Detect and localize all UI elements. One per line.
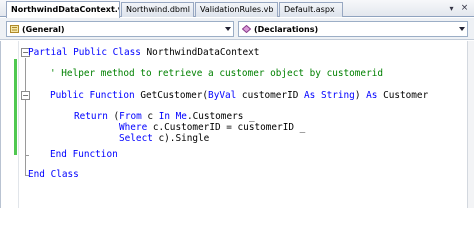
outline-line [25,156,26,176]
identifier: c [147,111,159,122]
identifier: NorthwindDataContext [146,47,260,58]
tab-northwind-data-context-vb[interactable]: NorthwindDataContext.vb [6,1,120,18]
method-name-value: (Declarations) [254,25,319,34]
code-editor[interactable]: − − Partial Public Class NorthwindDataCo… [0,41,474,208]
class-name-value: (General) [22,25,65,34]
chevron-down-icon[interactable] [459,27,465,31]
code-line-class-declaration: Partial Public Class NorthwindDataContex… [28,47,259,59]
code-line-comment: ' Helper method to retrieve a customer o… [50,68,383,80]
keyword: Select [119,133,159,144]
code-text[interactable]: Partial Public Class NorthwindDataContex… [28,41,468,208]
keyword: End Class [28,169,79,180]
close-icon[interactable]: × [459,3,470,14]
dropdown-icon[interactable]: ▾ [446,3,457,14]
code-line-select: Select c).Single [119,133,209,145]
code-line-end-class: End Class [28,169,79,181]
identifier: c).Single [158,133,210,144]
keyword: ByVal [208,90,242,101]
keyword: Return [74,111,114,122]
keyword: As [366,90,384,101]
method-name-dropdown[interactable]: (Declarations) [238,21,468,37]
keyword: Partial Public Class [28,47,147,58]
tab-default-aspx[interactable]: Default.aspx [279,2,343,17]
identifier: c.CustomerID = customerID _ [152,122,306,133]
identifier: Customer [383,90,429,101]
keyword: Public Function [50,90,141,101]
comment: ' Helper method to retrieve a customer o… [50,68,384,79]
keyword: From [119,111,148,122]
code-navigation-bar: (General) (Declarations) [0,18,474,40]
class-name-dropdown[interactable]: (General) [6,21,234,37]
change-tracking-bar [14,59,17,155]
keyword: In Me [158,111,187,122]
identifier: customerID [241,90,305,101]
identifier: GetCustomer( [140,90,209,101]
code-line-end-function: End Function [50,149,118,161]
vertical-scrollbar[interactable] [467,41,474,208]
identifier: .Customers _ [186,111,255,122]
class-icon [10,25,19,33]
outline-line [25,101,26,156]
keyword: End Function [50,149,118,160]
tab-validation-rules-vb[interactable]: ValidationRules.vb [195,2,278,17]
code-line-function-declaration: Public Function GetCustomer(ByVal custom… [50,90,428,102]
method-icon [242,25,251,33]
chevron-down-icon[interactable] [225,27,231,31]
document-tab-strip: NorthwindDataContext.vb Northwind.dbml V… [0,0,474,18]
keyword: As String [304,90,355,101]
keyword: Where [119,122,153,133]
identifier: ) [354,90,367,101]
tab-northwind-dbml[interactable]: Northwind.dbml [121,2,194,17]
